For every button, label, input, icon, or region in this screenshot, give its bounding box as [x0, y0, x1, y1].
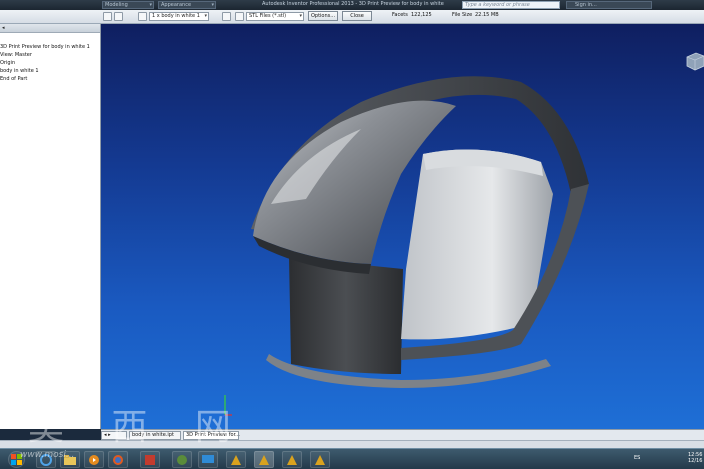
- file-type-select[interactable]: STL Files (*.stl): [246, 12, 304, 21]
- workspace-combo[interactable]: Modeling: [102, 1, 154, 9]
- appearance-combo[interactable]: Appearance: [158, 1, 216, 9]
- browser-header: ◂: [0, 24, 100, 33]
- firefox-icon[interactable]: [108, 451, 128, 468]
- print-preview-toolbar: 1 x body in white 1 STL Files (*.stl) Op…: [0, 10, 704, 24]
- file-size-label: File Size: [452, 12, 473, 18]
- inventor-icon-3[interactable]: [282, 451, 302, 468]
- sign-in-combo[interactable]: Sign in...: [566, 1, 652, 9]
- document-tabs: ◂ ▸ body in white.ipt 3D Print Preview f…: [101, 429, 704, 440]
- coordinate-triad-icon: [220, 395, 232, 419]
- media-player-icon[interactable]: [84, 451, 104, 468]
- ie-icon[interactable]: [36, 451, 56, 468]
- select-body-icon[interactable]: [138, 12, 147, 21]
- monitor-icon[interactable]: [198, 451, 218, 468]
- pan-icon[interactable]: [114, 12, 123, 21]
- viewcube-icon[interactable]: [684, 50, 704, 72]
- start-orb-icon[interactable]: [8, 451, 25, 468]
- windows-taskbar: ES 12:56 12/16: [0, 448, 704, 469]
- tree-item-preview[interactable]: 3D Print Preview for body in white 1: [0, 43, 100, 51]
- language-indicator[interactable]: ES: [634, 455, 640, 461]
- window-title: Autodesk Inventor Professional 2013 - 3D…: [262, 1, 444, 7]
- explorer-icon[interactable]: [60, 451, 80, 468]
- body-select[interactable]: 1 x body in white 1: [149, 12, 209, 21]
- graphics-viewport[interactable]: [101, 24, 704, 429]
- collapse-arrow-icon[interactable]: ◂: [2, 25, 5, 31]
- title-bar: Modeling Appearance Autodesk Inventor Pr…: [0, 0, 704, 10]
- settings-icon[interactable]: [222, 12, 231, 21]
- model-browser: ◂ 3D Print Preview for body in white 1 V…: [0, 24, 101, 429]
- tab-body-in-white[interactable]: body in white.ipt: [129, 431, 181, 440]
- zoom-icon[interactable]: [103, 12, 112, 21]
- filetype-icon[interactable]: [235, 12, 244, 21]
- clock-date: 12/16: [688, 458, 703, 464]
- facets-value: 122,125: [411, 12, 432, 18]
- close-button[interactable]: Close: [342, 11, 372, 21]
- help-search-input[interactable]: Type a keyword or phrase: [462, 1, 560, 9]
- inventor-icon-1[interactable]: [226, 451, 246, 468]
- tab-nav-arrows[interactable]: ◂ ▸: [101, 431, 127, 440]
- tree-item-end-of-part[interactable]: End of Part: [0, 75, 100, 83]
- browser-tree: 3D Print Preview for body in white 1 Vie…: [0, 33, 100, 83]
- inventor-icon-4[interactable]: [310, 451, 330, 468]
- tree-item-body[interactable]: body in white 1: [0, 67, 100, 75]
- tree-item-origin[interactable]: Origin: [0, 59, 100, 67]
- facets-label: Facets: [392, 12, 408, 18]
- file-size-value: 22.15 MB: [475, 12, 499, 18]
- game-icon[interactable]: [172, 451, 192, 468]
- app-icon[interactable]: [140, 451, 160, 468]
- inventor-window: Modeling Appearance Autodesk Inventor Pr…: [0, 0, 704, 469]
- inventor-icon-2[interactable]: [254, 451, 274, 468]
- tab-3d-print-preview[interactable]: 3D Print Preview for...: [183, 431, 240, 440]
- options-button[interactable]: Options...: [308, 11, 338, 21]
- tree-item-view[interactable]: View: Master: [0, 51, 100, 59]
- status-bar: [0, 440, 704, 448]
- 3d-model-preview[interactable]: [101, 24, 704, 429]
- system-clock[interactable]: 12:56 12/16: [688, 452, 702, 464]
